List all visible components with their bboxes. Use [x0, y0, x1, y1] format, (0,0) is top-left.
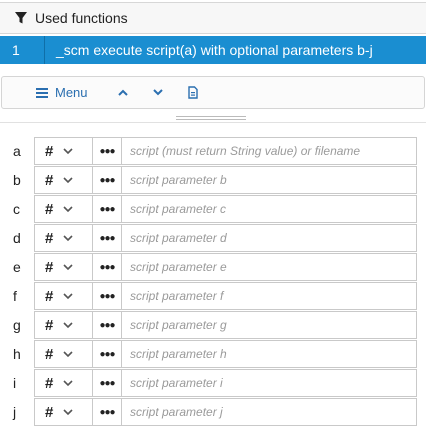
type-value: #	[45, 374, 54, 392]
chevron-down-icon	[63, 147, 73, 155]
param-input-g[interactable]	[122, 311, 417, 339]
type-select[interactable]: #	[34, 166, 93, 194]
chevron-down-icon	[63, 263, 73, 271]
document-button[interactable]	[188, 77, 198, 108]
type-select[interactable]: #	[34, 340, 93, 368]
param-input-f[interactable]	[122, 282, 417, 310]
type-value: #	[45, 316, 54, 334]
chevron-down-icon	[153, 89, 163, 96]
param-input-e[interactable]	[122, 253, 417, 281]
param-label: i	[13, 375, 17, 391]
used-functions-header: Used functions	[0, 2, 426, 34]
param-label: f	[13, 288, 17, 304]
param-row-g: g # ●●●	[0, 311, 426, 340]
ellipsis-icon: ●●●	[99, 203, 115, 215]
more-options-button[interactable]: ●●●	[93, 282, 122, 310]
ellipsis-icon: ●●●	[99, 377, 115, 389]
more-options-button[interactable]: ●●●	[93, 253, 122, 281]
type-select[interactable]: #	[34, 137, 93, 165]
function-row-selected[interactable]: 1 _scm execute script(a) with optional p…	[0, 36, 426, 64]
ellipsis-icon: ●●●	[99, 319, 115, 331]
function-index: 1	[12, 42, 20, 58]
param-input-a[interactable]	[122, 137, 417, 165]
filter-icon	[14, 11, 28, 25]
type-value: #	[45, 258, 54, 276]
more-options-button[interactable]: ●●●	[93, 166, 122, 194]
type-select[interactable]: #	[34, 369, 93, 397]
more-options-button[interactable]: ●●●	[93, 311, 122, 339]
more-options-button[interactable]: ●●●	[93, 224, 122, 252]
chevron-down-icon	[63, 234, 73, 242]
ellipsis-icon: ●●●	[99, 232, 115, 244]
type-value: #	[45, 171, 54, 189]
param-input-i[interactable]	[122, 369, 417, 397]
type-value: #	[45, 287, 54, 305]
chevron-down-icon	[63, 408, 73, 416]
param-label: j	[13, 404, 17, 420]
param-label: e	[13, 259, 21, 275]
param-row-c: c # ●●●	[0, 195, 426, 224]
chevron-down-icon	[63, 379, 73, 387]
chevron-up-icon	[118, 89, 128, 96]
param-row-d: d # ●●●	[0, 224, 426, 253]
chevron-down-icon	[63, 292, 73, 300]
more-options-button[interactable]: ●●●	[93, 195, 122, 223]
more-options-button[interactable]: ●●●	[93, 369, 122, 397]
parameter-list: a # ●●● b # ●●● c # ●●● d # ●●● e # ●●● f # ●●● g # ●●● h # ●●●…	[0, 122, 426, 436]
param-input-d[interactable]	[122, 224, 417, 252]
panel-title: Used functions	[35, 10, 128, 26]
param-label: a	[13, 143, 21, 159]
chevron-down-icon	[63, 176, 73, 184]
move-down-button[interactable]	[153, 77, 163, 108]
chevron-down-icon	[63, 321, 73, 329]
column-divider	[44, 36, 45, 64]
ellipsis-icon: ●●●	[99, 348, 115, 360]
param-label: b	[13, 172, 21, 188]
ellipsis-icon: ●●●	[99, 174, 115, 186]
param-row-j: j # ●●●	[0, 398, 426, 427]
ellipsis-icon: ●●●	[99, 406, 115, 418]
toolbar: Menu	[1, 76, 425, 109]
param-row-h: h # ●●●	[0, 340, 426, 369]
param-row-a: a # ●●●	[0, 137, 426, 166]
param-label: c	[13, 201, 20, 217]
chevron-down-icon	[63, 205, 73, 213]
document-icon	[188, 86, 198, 99]
ellipsis-icon: ●●●	[99, 290, 115, 302]
param-label: h	[13, 346, 21, 362]
type-select[interactable]: #	[34, 195, 93, 223]
type-value: #	[45, 403, 54, 421]
param-row-b: b # ●●●	[0, 166, 426, 195]
param-input-b[interactable]	[122, 166, 417, 194]
type-value: #	[45, 142, 54, 160]
more-options-button[interactable]: ●●●	[93, 398, 122, 426]
type-select[interactable]: #	[34, 224, 93, 252]
param-label: g	[13, 317, 21, 333]
function-name: _scm execute script(a) with optional par…	[56, 42, 373, 58]
param-row-e: e # ●●●	[0, 253, 426, 282]
menu-button[interactable]: Menu	[36, 77, 88, 108]
param-label: d	[13, 230, 21, 246]
resize-splitter[interactable]	[176, 116, 246, 120]
ellipsis-icon: ●●●	[99, 261, 115, 273]
type-value: #	[45, 345, 54, 363]
chevron-down-icon	[63, 350, 73, 358]
move-up-button[interactable]	[118, 77, 128, 108]
param-input-j[interactable]	[122, 398, 417, 426]
param-row-f: f # ●●●	[0, 282, 426, 311]
menu-icon	[36, 87, 48, 98]
type-select[interactable]: #	[34, 282, 93, 310]
type-select[interactable]: #	[34, 253, 93, 281]
param-input-h[interactable]	[122, 340, 417, 368]
type-value: #	[45, 229, 54, 247]
ellipsis-icon: ●●●	[99, 145, 115, 157]
menu-label: Menu	[55, 85, 88, 100]
more-options-button[interactable]: ●●●	[93, 137, 122, 165]
more-options-button[interactable]: ●●●	[93, 340, 122, 368]
type-select[interactable]: #	[34, 311, 93, 339]
param-input-c[interactable]	[122, 195, 417, 223]
type-value: #	[45, 200, 54, 218]
param-row-i: i # ●●●	[0, 369, 426, 398]
type-select[interactable]: #	[34, 398, 93, 426]
